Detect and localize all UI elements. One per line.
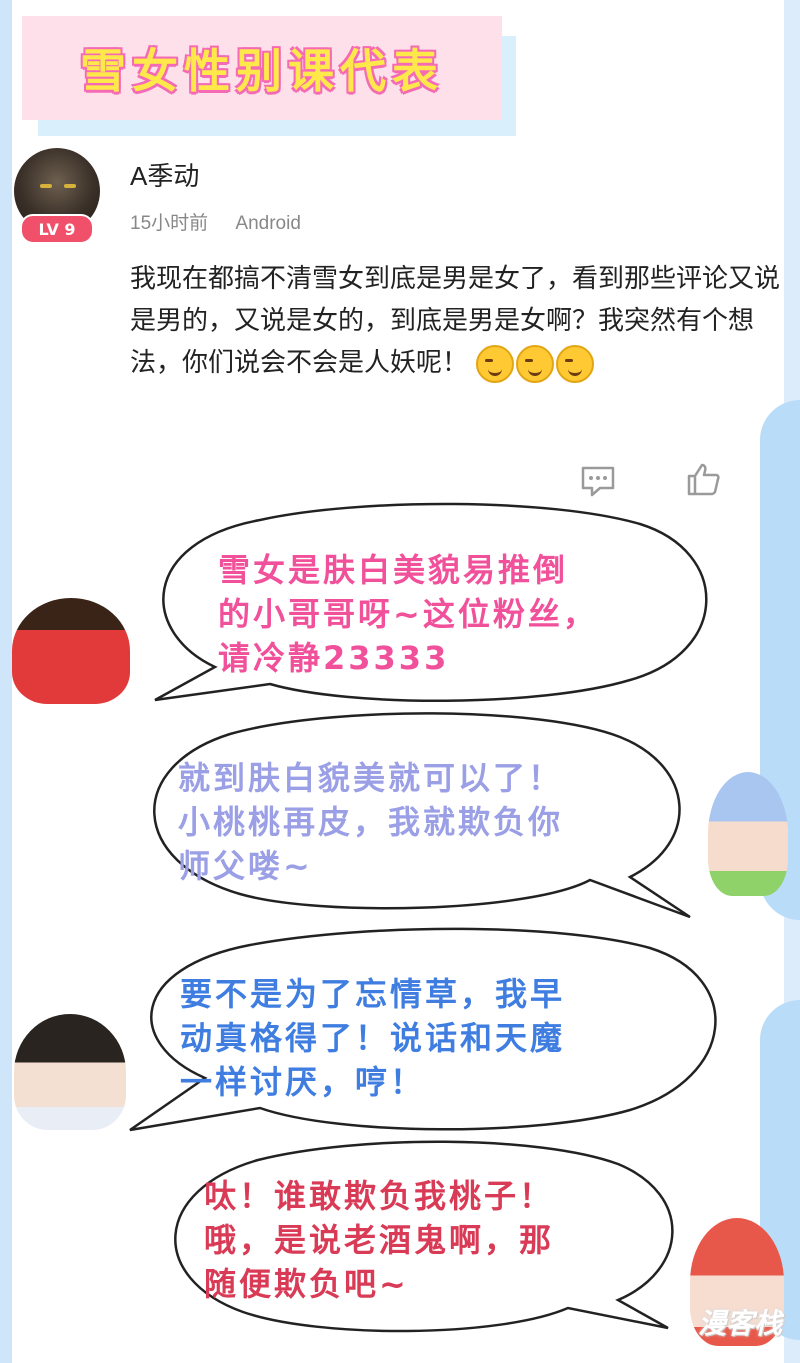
speech-bubble-1: 雪女是肤白美貌易推倒 的小哥哥呀~这位粉丝， 请冷静23333	[120, 502, 720, 712]
post-meta: 15小时前 Android	[130, 208, 301, 235]
post-body: 我现在都搞不清雪女到底是男是女了，看到那些评论又说是男的，又说是女的，到底是男是…	[130, 258, 780, 384]
left-border	[0, 0, 12, 1363]
bubble-4-text: 呔！谁敢欺负我桃子！ 哦，是说老酒鬼啊，那 随便欺负吧~	[204, 1177, 555, 1303]
character-red-veil	[12, 598, 130, 704]
smirk-emoji-icon	[516, 344, 555, 383]
character-dark-hair	[14, 1014, 126, 1130]
thumbs-up-icon[interactable]	[686, 462, 722, 496]
character-blue-hair	[708, 772, 788, 896]
title-banner: 雪女性别课代表	[22, 16, 502, 120]
smirk-emoji-icon	[476, 344, 515, 383]
post-text: 我现在都搞不清雪女到底是男是女了，看到那些评论又说是男的，又说是女的，到底是男是…	[130, 264, 781, 378]
post-time: 15小时前	[130, 213, 209, 234]
speech-bubble-3: 要不是为了忘情草，我早 动真格得了！说话和天魔 一样讨厌，哼！	[120, 927, 730, 1138]
speech-bubble-4: 呔！谁敢欺负我桃子！ 哦，是说老酒鬼啊，那 随便欺负吧~	[148, 1140, 688, 1340]
smirk-emoji-icon	[556, 344, 595, 383]
comment-icon[interactable]	[580, 464, 616, 498]
bubble-3-text: 要不是为了忘情草，我早 动真格得了！说话和天魔 一样讨厌，哼！	[180, 975, 566, 1101]
speech-bubble-2: 就到肤白貌美就可以了！ 小桃桃再皮，我就欺负你 师父喽~	[120, 712, 700, 922]
post-device: Android	[235, 213, 301, 234]
username[interactable]: A季动	[130, 156, 199, 193]
watermark: 漫客栈	[697, 1307, 782, 1340]
level-badge: LV 9	[20, 214, 94, 244]
banner-title: 雪女性别课代表	[80, 44, 444, 98]
bubble-2-text: 就到肤白貌美就可以了！ 小桃桃再皮，我就欺负你 师父喽~	[178, 759, 564, 885]
right-border	[760, 0, 800, 1363]
bubble-1-text: 雪女是肤白美貌易推倒 的小哥哥呀~这位粉丝， 请冷静23333	[218, 551, 598, 677]
